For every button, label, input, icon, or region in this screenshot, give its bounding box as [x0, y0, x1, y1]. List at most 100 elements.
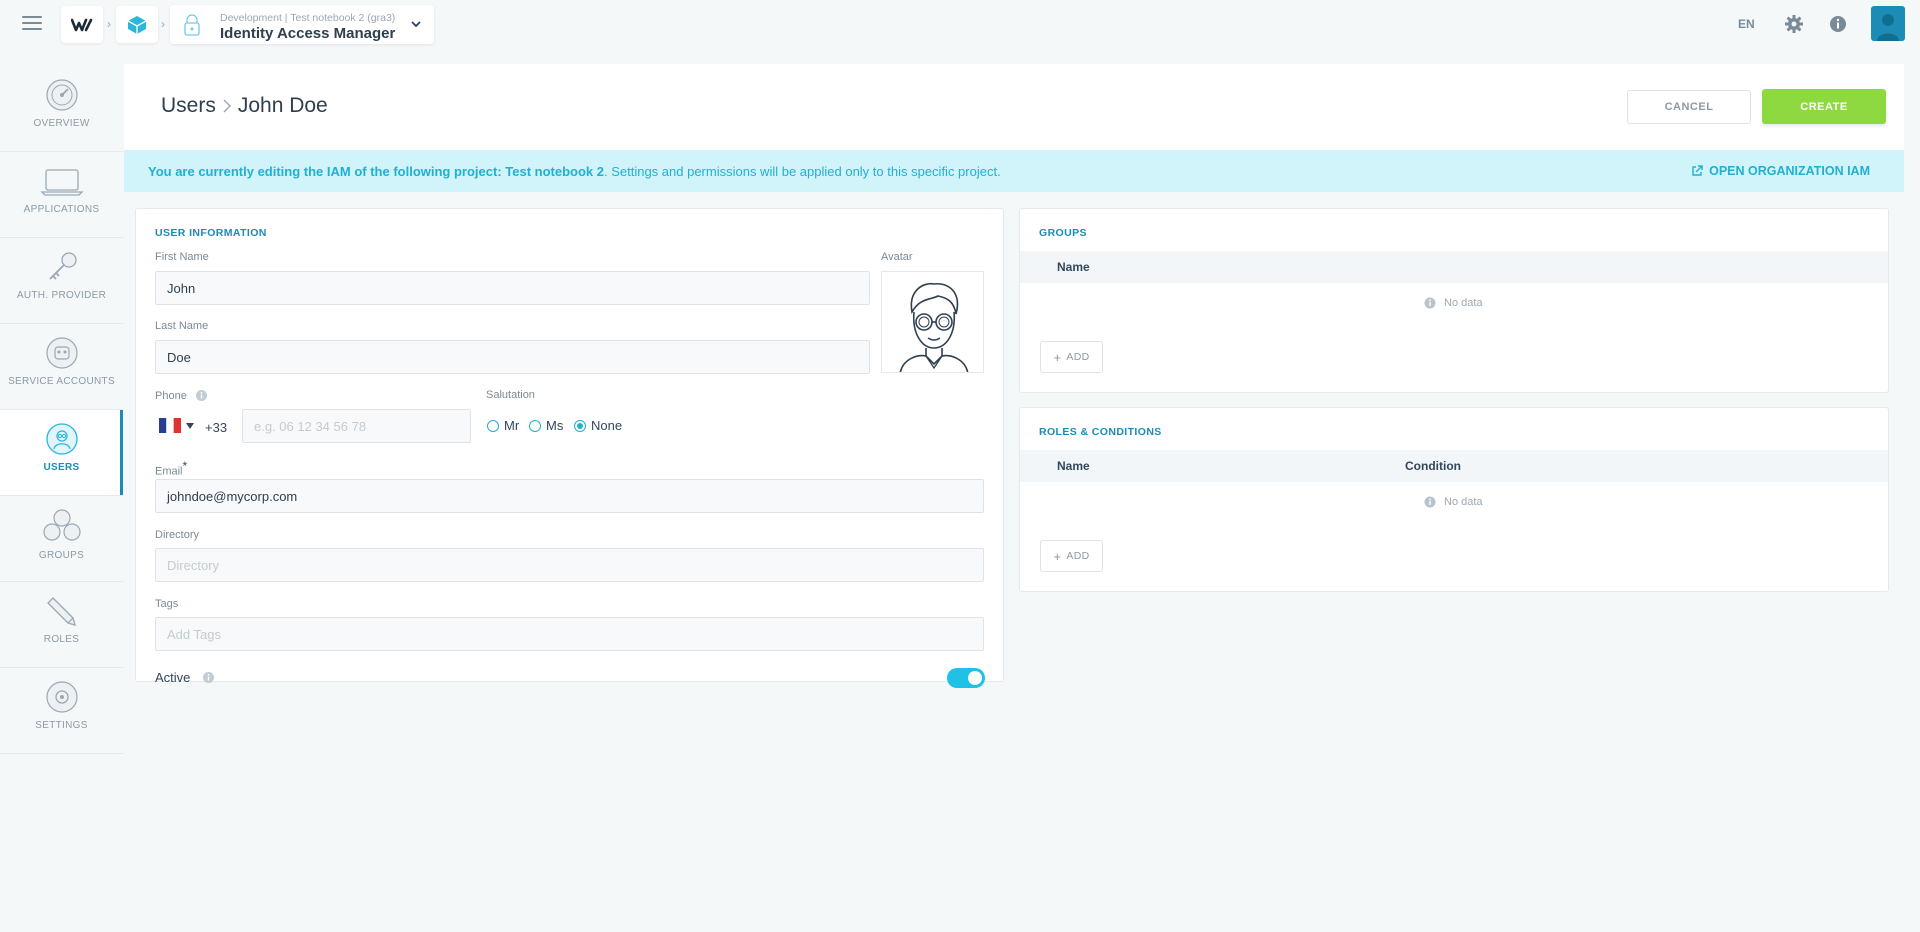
- page-header: Users John Doe CANCEL CREATE: [124, 64, 1904, 150]
- workspace-button[interactable]: [116, 6, 158, 43]
- sidebar-item-label: ROLES: [43, 634, 80, 645]
- directory-select[interactable]: Directory: [155, 548, 984, 582]
- breadcrumb-users-link[interactable]: Users: [161, 94, 216, 118]
- salutation-ms-radio[interactable]: Ms: [529, 418, 563, 433]
- groups-title: GROUPS: [1039, 227, 1087, 239]
- gauge-icon: [45, 79, 78, 111]
- active-info-icon[interactable]: [202, 671, 215, 684]
- app-title: Identity Access Manager: [220, 25, 396, 42]
- phone-label: Phone: [155, 389, 187, 402]
- sidebar-item-overview[interactable]: OVERVIEW: [0, 66, 123, 152]
- active-row: Active: [155, 670, 215, 685]
- add-role-label: ADD: [1066, 550, 1090, 562]
- breadcrumb: Users John Doe: [161, 94, 328, 118]
- sidebar: OVERVIEW APPLICATIONS AUTH. PROVIDER SER…: [0, 66, 123, 754]
- banner-message-bold: You are currently editing the IAM of the…: [148, 163, 604, 179]
- france-flag-icon: [159, 418, 181, 433]
- groups-empty-state: No data: [1424, 297, 1483, 309]
- chevron-right-icon: [223, 99, 231, 113]
- email-field[interactable]: johndoe@mycorp.com: [155, 479, 984, 513]
- gear-icon[interactable]: [1784, 14, 1804, 34]
- email-label: Email: [155, 465, 183, 478]
- sidebar-item-label: SERVICE ACCOUNTS: [8, 376, 115, 387]
- caret-down-icon: [186, 422, 194, 429]
- lock-icon: [184, 14, 200, 36]
- user-avatar-button[interactable]: [1871, 6, 1905, 41]
- groups-empty-text: No data: [1444, 297, 1483, 309]
- phone-prefix: +33: [205, 420, 228, 435]
- sidebar-item-groups[interactable]: GROUPS: [0, 496, 123, 582]
- radio-label: Mr: [504, 418, 520, 433]
- info-icon: [1424, 297, 1436, 309]
- sidebar-item-auth-provider[interactable]: AUTH. PROVIDER: [0, 238, 123, 324]
- roles-column-condition: Condition: [1405, 459, 1461, 473]
- groups-column-name: Name: [1057, 260, 1090, 274]
- cube-icon: [127, 15, 147, 34]
- tags-input[interactable]: Add Tags: [155, 617, 984, 651]
- project-info-banner: You are currently editing the IAM of the…: [124, 150, 1904, 192]
- add-role-button[interactable]: + ADD: [1040, 540, 1103, 572]
- external-link-icon: [1692, 165, 1703, 176]
- phone-info-icon[interactable]: [195, 389, 208, 402]
- add-group-button[interactable]: + ADD: [1040, 341, 1103, 373]
- last-name-label: Last Name: [155, 320, 209, 332]
- breadcrumb-separator: ›: [161, 17, 165, 31]
- add-group-label: ADD: [1066, 351, 1090, 363]
- avatar-label: Avatar: [881, 251, 913, 263]
- open-organization-iam-link[interactable]: OPEN ORGANIZATION IAM: [1691, 164, 1870, 178]
- groups-card: GROUPS Name No data + ADD: [1019, 208, 1889, 393]
- sidebar-item-label: USERS: [43, 462, 80, 473]
- salutation-none-radio[interactable]: None: [574, 418, 622, 433]
- radio-circle-selected: [574, 419, 586, 432]
- groups-table-header: Name: [1020, 251, 1888, 283]
- sidebar-item-label: OVERVIEW: [33, 118, 90, 129]
- avatar-illustration-icon: [899, 282, 969, 372]
- radio-label: None: [591, 418, 623, 433]
- tags-label: Tags: [155, 598, 179, 610]
- user-icon: [45, 423, 78, 455]
- radio-circle: [529, 419, 541, 432]
- cancel-button[interactable]: CANCEL: [1627, 90, 1751, 124]
- first-name-field[interactable]: John: [155, 271, 870, 305]
- home-logo-button[interactable]: [61, 6, 103, 43]
- salutation-label: Salutation: [486, 389, 535, 401]
- banner-message-rest: . Settings and permissions will be appli…: [603, 163, 1001, 179]
- plus-icon: +: [1053, 349, 1062, 365]
- salutation-mr-radio[interactable]: Mr: [487, 418, 519, 433]
- sidebar-item-label: SETTINGS: [35, 720, 88, 731]
- country-code-selector[interactable]: [159, 418, 195, 433]
- menu-icon[interactable]: [22, 16, 42, 32]
- roles-empty-state: No data: [1424, 496, 1483, 508]
- directory-label: Directory: [155, 529, 200, 541]
- sidebar-item-label: APPLICATIONS: [23, 204, 100, 215]
- create-button[interactable]: CREATE: [1762, 89, 1886, 124]
- project-selector[interactable]: Development | Test notebook 2 (gra3) Ide…: [170, 5, 434, 44]
- sidebar-item-service-accounts[interactable]: SERVICE ACCOUNTS: [0, 324, 123, 410]
- settings-icon: [45, 681, 78, 713]
- roles-table-header: Name Condition: [1020, 450, 1888, 482]
- sidebar-item-settings[interactable]: SETTINGS: [0, 668, 123, 754]
- active-label: Active: [155, 670, 191, 685]
- sidebar-item-label: GROUPS: [38, 550, 85, 561]
- banner-message: You are currently editing the IAM of the…: [148, 164, 1001, 179]
- open-organization-iam-label: OPEN ORGANIZATION IAM: [1709, 164, 1870, 178]
- avatar-picker[interactable]: [881, 271, 984, 373]
- language-selector[interactable]: EN: [1738, 17, 1755, 31]
- info-icon: [1424, 496, 1436, 508]
- roles-empty-text: No data: [1444, 496, 1483, 508]
- first-name-label: First Name: [155, 251, 209, 263]
- user-information-card: USER INFORMATION First Name John Avatar …: [135, 208, 1004, 688]
- phone-label-row: Phone: [155, 389, 208, 402]
- main-content: Users John Doe CANCEL CREATE You are cur…: [124, 64, 1920, 932]
- sidebar-item-users[interactable]: USERS: [0, 410, 123, 496]
- sidebar-item-applications[interactable]: APPLICATIONS: [0, 152, 123, 238]
- user-silhouette-icon: [1877, 14, 1899, 41]
- required-mark: *: [182, 459, 188, 473]
- phone-input[interactable]: e.g. 06 12 34 56 78: [242, 409, 471, 443]
- last-name-field[interactable]: Doe: [155, 340, 870, 374]
- project-subtitle: Development | Test notebook 2 (gra3): [220, 12, 396, 24]
- sidebar-item-roles[interactable]: ROLES: [0, 582, 123, 668]
- active-toggle[interactable]: [947, 668, 985, 688]
- page-title: John Doe: [237, 94, 328, 117]
- info-icon[interactable]: [1828, 14, 1848, 34]
